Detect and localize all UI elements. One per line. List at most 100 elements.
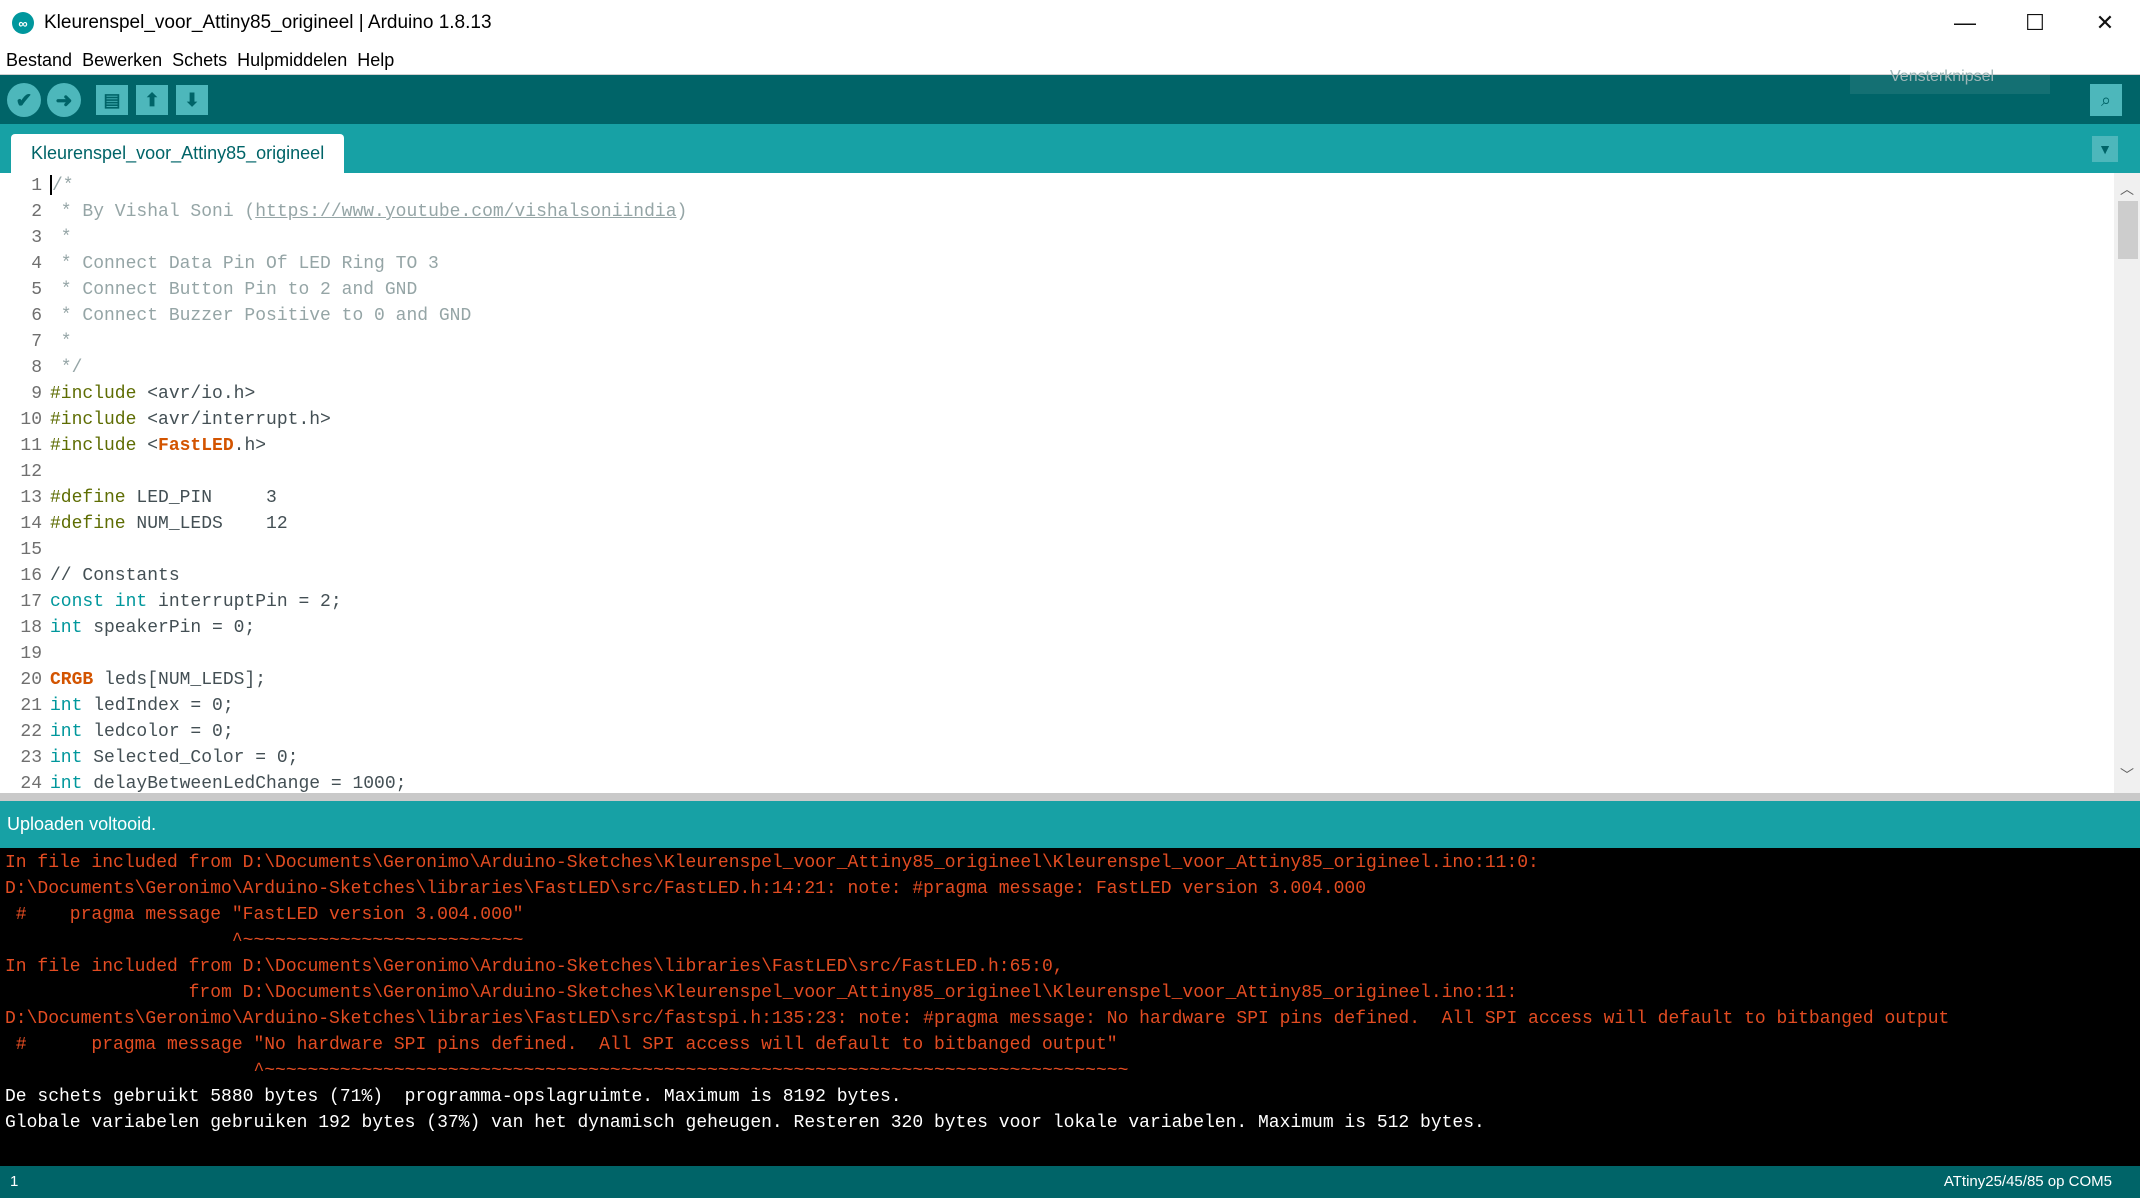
code-line[interactable]: 5 * Connect Button Pin to 2 and GND — [0, 277, 2110, 303]
code-line[interactable]: 12 — [0, 459, 2110, 485]
menu-bestand[interactable]: Bestand — [0, 50, 76, 71]
scrollbar-thumb[interactable] — [2118, 201, 2138, 259]
code-keyword: int — [50, 696, 83, 716]
console-line: # pragma message "No hardware SPI pins d… — [5, 1035, 1118, 1055]
menu-hulpmiddelen[interactable]: Hulpmiddelen — [231, 50, 351, 71]
code-line[interactable]: 4 * Connect Data Pin Of LED Ring TO 3 — [0, 251, 2110, 277]
code-line[interactable]: 18 int speakerPin = 0; — [0, 615, 2110, 641]
line-number: 10 — [20, 410, 42, 430]
code-editor[interactable]: 1 /* 2 * By Vishal Soni (https://www.youtu… — [0, 173, 2140, 793]
code-line[interactable]: 22 int ledcolor = 0; — [0, 719, 2110, 745]
code-comment: * Connect Buzzer Positive to 0 and GND — [50, 306, 472, 326]
close-button[interactable]: ✕ — [2070, 0, 2140, 46]
line-number: 18 — [20, 618, 42, 638]
code-comment: // Constants — [50, 566, 180, 586]
line-number: 21 — [20, 696, 42, 716]
arrow-up-icon: ⬆ — [144, 89, 160, 110]
line-number: 16 — [20, 566, 42, 586]
code-keyword: int — [50, 748, 83, 768]
status-message: Uploaden voltooid. — [7, 814, 157, 834]
line-number: 23 — [20, 748, 42, 768]
maximize-button[interactable]: ☐ — [2000, 0, 2070, 46]
code-line[interactable]: 24 int delayBetweenLedChange = 1000; — [0, 771, 2110, 793]
menu-bar: Bestand Bewerken Schets Hulpmiddelen Hel… — [0, 46, 2140, 75]
code-line[interactable]: 19 — [0, 641, 2110, 667]
line-number: 1 — [31, 176, 42, 196]
code-text: ledcolor = 0; — [82, 722, 234, 742]
line-number: 1 — [10, 1173, 19, 1190]
line-number: 9 — [31, 384, 42, 404]
open-sketch-button[interactable]: ⬆ — [136, 85, 168, 115]
code-text: <avr/io.h> — [136, 384, 256, 404]
code-line[interactable]: 14 #define NUM_LEDS 12 — [0, 511, 2110, 537]
menu-help[interactable]: Help — [351, 50, 398, 71]
code-keyword: int — [50, 722, 83, 742]
code-line[interactable]: 9 #include <avr/io.h> — [0, 381, 2110, 407]
menu-schets[interactable]: Schets — [166, 50, 231, 71]
preprocessor-directive: #define — [50, 488, 126, 508]
code-keyword: int — [50, 774, 83, 793]
code-text: leds[NUM_LEDS]; — [93, 670, 267, 690]
menu-bewerken[interactable]: Bewerken — [76, 50, 166, 71]
bottom-bar: 1 ATtiny25/45/85 op COM5 — [0, 1166, 2140, 1198]
code-line[interactable]: 7 * — [0, 329, 2110, 355]
splitter[interactable] — [0, 793, 2140, 801]
code-keyword: int — [50, 618, 83, 638]
code-line[interactable]: 21 int ledIndex = 0; — [0, 693, 2110, 719]
code-comment: */ — [50, 358, 83, 378]
serial-monitor-button[interactable]: ⌕ — [2090, 84, 2122, 116]
code-line[interactable]: 23 int Selected_Color = 0; — [0, 745, 2110, 771]
code-text: < — [136, 436, 159, 456]
code-line[interactable]: 1 /* — [0, 173, 2110, 199]
code-comment: ) — [676, 202, 688, 222]
line-number: 6 — [31, 306, 42, 326]
checkmark-icon: ✔ — [15, 89, 33, 112]
code-text: delayBetweenLedChange = 1000; — [82, 774, 407, 793]
new-sketch-button[interactable]: ▤ — [96, 85, 128, 115]
line-number: 3 — [31, 228, 42, 248]
code-comment: * — [50, 228, 72, 248]
code-line[interactable]: 3 * — [0, 225, 2110, 251]
code-line[interactable]: 20 CRGB leds[NUM_LEDS]; — [0, 667, 2110, 693]
code-comment: /* — [52, 176, 74, 196]
line-number: 12 — [20, 462, 42, 482]
minimize-button[interactable]: — — [1930, 0, 2000, 46]
line-number: 15 — [20, 540, 42, 560]
code-line[interactable]: 8 */ — [0, 355, 2110, 381]
console-line: In file included from D:\Documents\Geron… — [5, 957, 1064, 977]
snip-hint: Vensterknipsel — [1850, 60, 2050, 94]
triangle-down-icon: ▼ — [2098, 141, 2112, 157]
code-line[interactable]: 2 * By Vishal Soni (https://www.youtube.… — [0, 199, 2110, 225]
arduino-logo-icon: ∞ — [12, 12, 34, 34]
comment-link[interactable]: https://www.youtube.com/vishalsoniindia — [255, 202, 676, 222]
line-number: 20 — [20, 670, 42, 690]
code-line[interactable]: 10 #include <avr/interrupt.h> — [0, 407, 2110, 433]
line-number: 7 — [31, 332, 42, 352]
code-text: interruptPin = 2; — [147, 592, 342, 612]
code-line[interactable]: 11 #include <FastLED.h> — [0, 433, 2110, 459]
line-number: 4 — [31, 254, 42, 274]
magnifier-icon: ⌕ — [2100, 89, 2112, 110]
board-port: ATtiny25/45/85 op COM5 — [1943, 1173, 2112, 1190]
code-text: speakerPin = 0; — [82, 618, 256, 638]
code-line[interactable]: 17 const int interruptPin = 2; — [0, 589, 2110, 615]
verify-button[interactable]: ✔ — [7, 83, 41, 117]
code-line[interactable]: 6 * Connect Buzzer Positive to 0 and GND — [0, 303, 2110, 329]
editor-scrollbar[interactable]: ︿ ﹀ — [2114, 173, 2140, 793]
code-line[interactable]: 15 — [0, 537, 2110, 563]
code-line[interactable]: 13 #define LED_PIN 3 — [0, 485, 2110, 511]
console-line: ^~~~~~~~~~~~~~~~~~~~~~~~~~~ — [5, 931, 524, 951]
console-line: D:\Documents\Geronimo\Arduino-Sketches\l… — [5, 879, 1367, 899]
upload-button[interactable]: ➜ — [47, 83, 81, 117]
console-line: # pragma message "FastLED version 3.004.… — [5, 905, 524, 925]
tab-menu-button[interactable]: ▼ — [2092, 136, 2118, 162]
scroll-down-icon[interactable]: ﹀ — [2120, 765, 2134, 785]
preprocessor-directive: #include — [50, 436, 137, 456]
preprocessor-directive: #include — [50, 384, 137, 404]
tab-sketch[interactable]: Kleurenspel_voor_Attiny85_origineel — [11, 134, 345, 173]
arrow-right-icon: ➜ — [55, 89, 73, 112]
save-sketch-button[interactable]: ⬇ — [176, 85, 208, 115]
code-comment: * — [50, 332, 72, 352]
code-line[interactable]: 16 // Constants — [0, 563, 2110, 589]
scroll-up-icon[interactable]: ︿ — [2120, 179, 2134, 199]
